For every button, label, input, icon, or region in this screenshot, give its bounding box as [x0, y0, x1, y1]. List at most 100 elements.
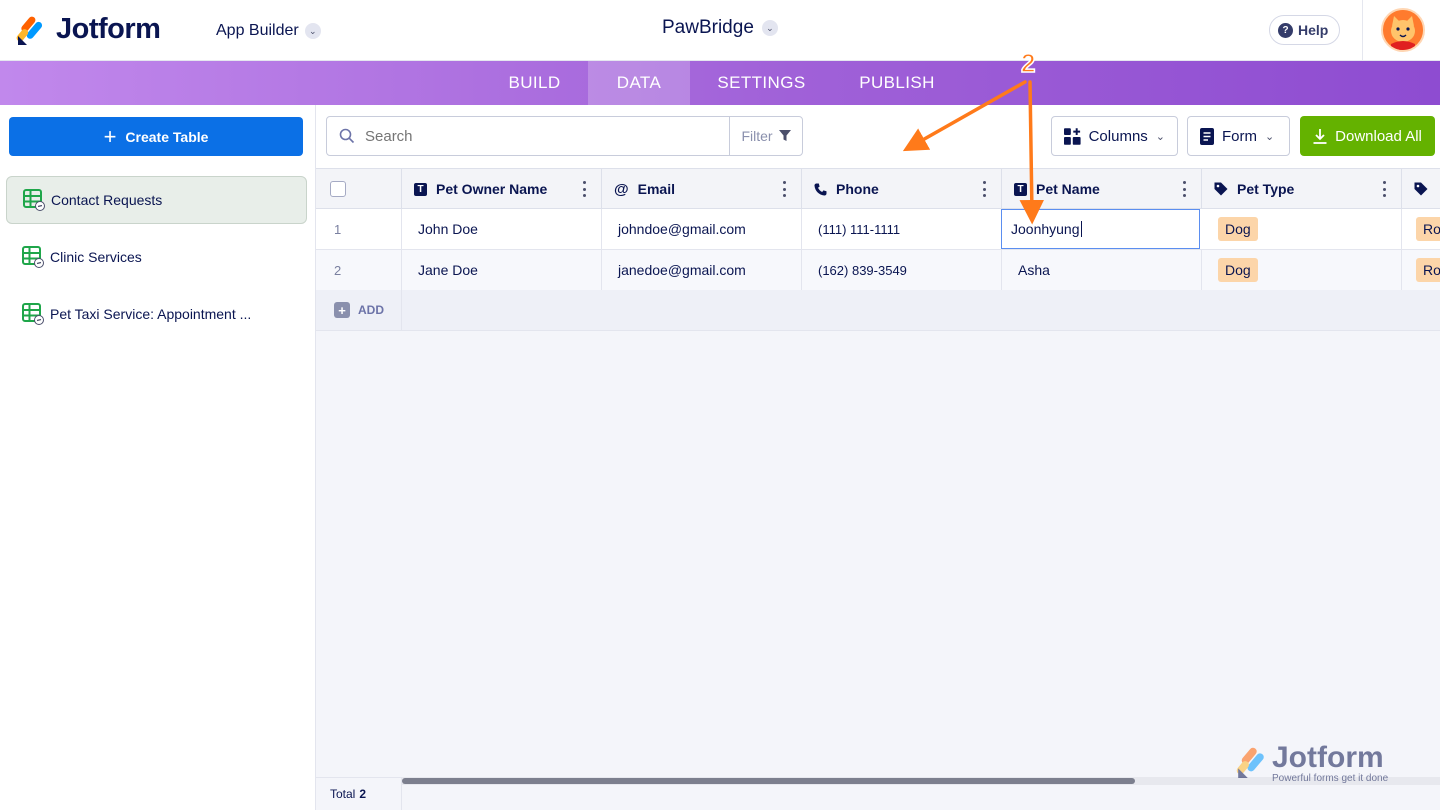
row-number: 1 — [316, 209, 402, 249]
text-type-icon: T — [414, 182, 427, 196]
cell-phone[interactable]: (162) 839-3549 — [802, 250, 1002, 290]
table-icon — [22, 246, 44, 268]
columns-label: Columns — [1088, 127, 1148, 145]
tab-settings[interactable]: SETTINGS — [690, 61, 833, 105]
sidebar-item-pet-taxi[interactable]: Pet Taxi Service: Appointment ... — [6, 290, 307, 338]
column-header-next[interactable] — [1402, 169, 1440, 209]
cell-next[interactable]: Ro — [1402, 250, 1440, 290]
sidebar-item-label: Pet Taxi Service: Appointment ... — [50, 306, 252, 322]
column-header-pet-name[interactable]: T Pet Name — [1002, 169, 1202, 209]
next-tag: Ro — [1416, 258, 1440, 282]
header-divider — [1362, 0, 1363, 61]
form-button[interactable]: Form ⌄ — [1187, 116, 1290, 156]
cell-pet-name-editing[interactable]: Joonhyung — [1001, 209, 1200, 249]
create-table-button[interactable]: + Create Table — [9, 117, 303, 156]
form-label: Form — [1222, 127, 1257, 145]
add-row-bar: + ADD — [316, 290, 1440, 331]
column-label: Pet Type — [1237, 181, 1295, 197]
help-button[interactable]: ? Help — [1269, 15, 1341, 45]
sidebar-item-label: Clinic Services — [50, 249, 142, 265]
chevron-down-icon: ⌄ — [1155, 130, 1165, 143]
columns-icon — [1064, 127, 1081, 145]
table-icon — [23, 189, 45, 211]
tag-icon — [1214, 182, 1228, 196]
cell-pet-name[interactable]: Asha — [1002, 250, 1202, 290]
cell-next[interactable]: Ro — [1402, 209, 1440, 249]
column-header-phone[interactable]: Phone — [802, 169, 1002, 209]
question-icon: ? — [1278, 22, 1293, 38]
chevron-down-icon: ⌄ — [761, 20, 778, 36]
cell-owner[interactable]: John Doe — [402, 209, 602, 249]
app-name: PawBridge — [662, 17, 754, 38]
jotform-logo-icon — [16, 16, 43, 45]
scrollbar-thumb[interactable] — [402, 778, 1135, 784]
app-builder-menu[interactable]: App Builder ⌄ — [216, 22, 321, 40]
columns-button[interactable]: Columns ⌄ — [1051, 116, 1178, 156]
filter-button[interactable]: Filter — [729, 116, 803, 156]
add-row-button[interactable]: + ADD — [334, 302, 384, 318]
sidebar: + Create Table Contact Requests Clinic S… — [0, 105, 316, 810]
tab-build[interactable]: BUILD — [481, 61, 588, 105]
column-label: Phone — [836, 181, 879, 197]
total-value: 2 — [359, 787, 367, 801]
top-bar: Jotform App Builder ⌄ PawBridge ⌄ ? Help — [0, 0, 1440, 61]
column-label: Pet Owner Name — [436, 181, 548, 197]
cell-pet-type[interactable]: Dog — [1202, 250, 1402, 290]
column-header-email[interactable]: @ Email — [602, 169, 802, 209]
cell-email[interactable]: johndoe@gmail.com — [602, 209, 802, 249]
column-menu-icon[interactable] — [1183, 181, 1187, 197]
column-label: Pet Name — [1036, 181, 1100, 197]
sidebar-item-clinic-services[interactable]: Clinic Services — [6, 233, 307, 281]
at-icon: @ — [614, 180, 629, 198]
filter-icon — [778, 130, 791, 141]
main-content: Filter Columns ⌄ Form ⌄ — [316, 105, 1440, 810]
jotform-watermark: Jotform Powerful forms get it done — [1236, 741, 1388, 784]
cell-pet-name-value: Joonhyung — [1011, 221, 1080, 237]
cat-avatar-icon — [1383, 10, 1423, 50]
table-header: T Pet Owner Name @ Email Phone T Pet Nam… — [316, 168, 1440, 209]
chevron-down-icon: ⌄ — [1265, 130, 1275, 143]
tab-publish[interactable]: PUBLISH — [833, 61, 961, 105]
search-input[interactable] — [365, 127, 705, 145]
main-nav: BUILD DATA SETTINGS PUBLISH — [0, 61, 1440, 105]
tab-data[interactable]: DATA — [588, 61, 690, 105]
help-label: Help — [1298, 22, 1329, 38]
watermark-tagline: Powerful forms get it done — [1272, 773, 1389, 784]
brand-name: Jotform — [56, 13, 161, 45]
jotform-watermark-icon — [1236, 747, 1264, 778]
cell-pet-type[interactable]: Dog — [1202, 209, 1402, 249]
search-box[interactable] — [326, 116, 730, 156]
app-title-menu[interactable]: PawBridge ⌄ — [662, 17, 778, 39]
column-menu-icon[interactable] — [1383, 181, 1387, 197]
jotform-logo[interactable]: Jotform — [16, 13, 161, 46]
filter-label: Filter — [741, 128, 773, 144]
column-header-pet-owner-name[interactable]: T Pet Owner Name — [402, 169, 602, 209]
text-type-icon: T — [1014, 182, 1027, 196]
sidebar-item-contact-requests[interactable]: Contact Requests — [6, 176, 307, 224]
plus-icon: + — [103, 123, 117, 149]
table-row[interactable]: 1 John Doe johndoe@gmail.com (111) 111-1… — [316, 209, 1440, 250]
column-menu-icon[interactable] — [583, 181, 587, 197]
form-icon — [1200, 127, 1214, 145]
annotation-step-number: 2 — [1020, 47, 1036, 79]
add-label: ADD — [358, 303, 384, 317]
cell-owner[interactable]: Jane Doe — [402, 250, 602, 290]
table-icon — [22, 303, 44, 325]
table-row[interactable]: 2 Jane Doe janedoe@gmail.com (162) 839-3… — [316, 250, 1440, 291]
sidebar-item-label: Contact Requests — [51, 192, 163, 208]
tag-icon — [1414, 182, 1428, 196]
row-number: 2 — [316, 250, 402, 290]
pet-type-tag: Dog — [1218, 258, 1258, 282]
total-label: Total — [330, 787, 356, 801]
cell-email[interactable]: janedoe@gmail.com — [602, 250, 802, 290]
app-builder-label: App Builder — [216, 22, 299, 39]
column-menu-icon[interactable] — [983, 181, 987, 197]
cell-phone[interactable]: (111) 111-1111 — [802, 209, 1002, 249]
avatar[interactable] — [1381, 8, 1425, 52]
phone-icon — [814, 183, 827, 196]
download-all-button[interactable]: Download All — [1300, 116, 1435, 156]
select-all-checkbox[interactable] — [330, 181, 346, 197]
chevron-down-icon: ⌄ — [304, 23, 321, 39]
column-menu-icon[interactable] — [783, 181, 787, 197]
column-header-pet-type[interactable]: Pet Type — [1202, 169, 1402, 209]
